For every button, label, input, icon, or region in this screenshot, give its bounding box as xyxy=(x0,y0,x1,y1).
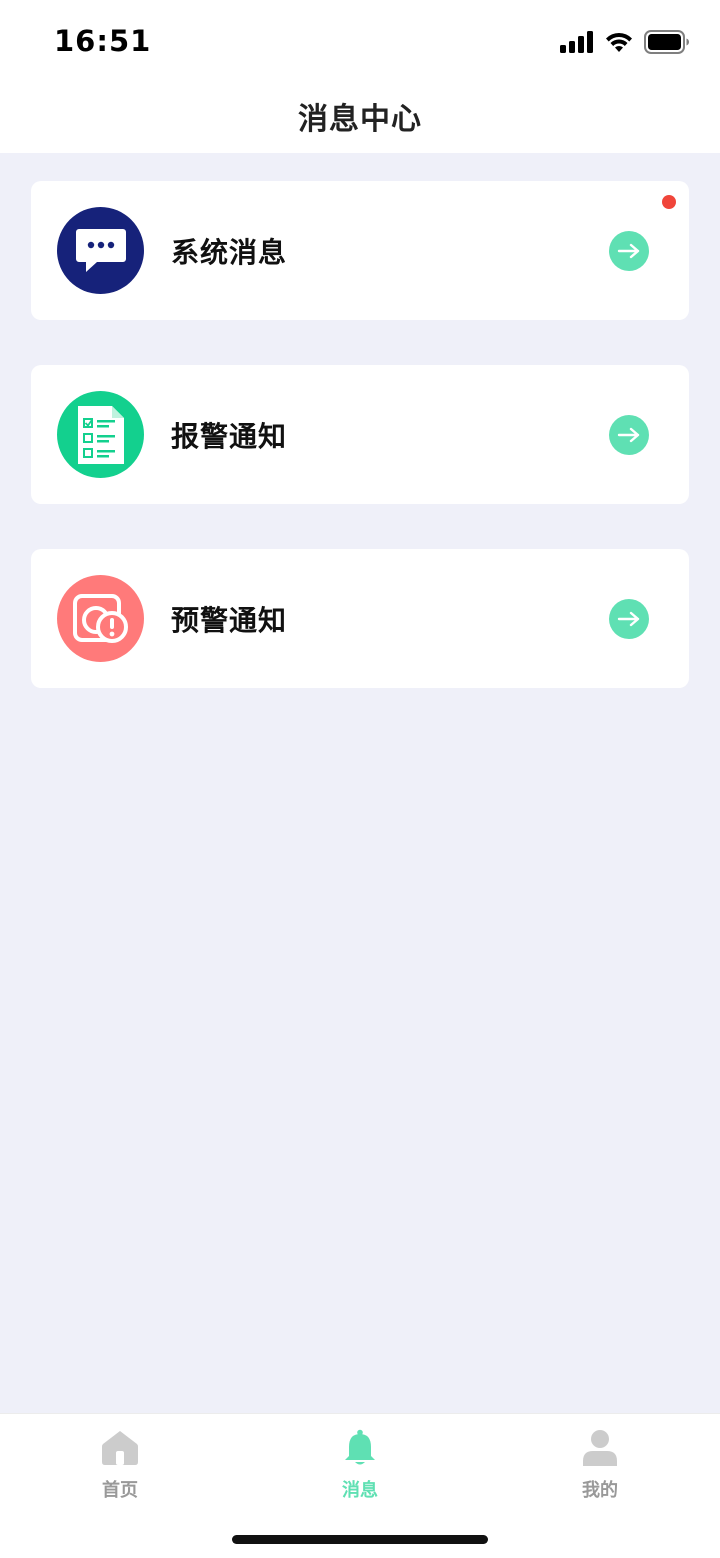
chat-bubble-icon xyxy=(57,207,144,294)
nav-bar: 消息中心 xyxy=(0,86,720,153)
status-time: 16:51 xyxy=(54,24,152,58)
wifi-icon xyxy=(606,32,632,52)
message-card-alarm[interactable]: 报警通知 xyxy=(31,365,689,504)
status-bar: 16:51 xyxy=(0,0,720,86)
arrow-right-icon[interactable] xyxy=(609,231,649,271)
home-indicator xyxy=(232,1535,488,1544)
signal-icon xyxy=(560,31,593,53)
status-icons xyxy=(560,30,690,54)
arrow-right-icon[interactable] xyxy=(609,599,649,639)
checklist-document-icon xyxy=(57,391,144,478)
message-card-label: 预警通知 xyxy=(171,604,288,637)
message-card-label: 系统消息 xyxy=(171,236,288,269)
message-card-warning[interactable]: 预警通知 xyxy=(31,549,689,688)
tab-profile[interactable]: 我的 xyxy=(480,1414,720,1514)
home-icon xyxy=(101,1428,139,1468)
bell-icon xyxy=(343,1428,377,1468)
page-title: 消息中心 xyxy=(298,102,422,137)
tab-label: 首页 xyxy=(102,1480,138,1501)
tab-label: 我的 xyxy=(582,1480,618,1501)
camera-warning-icon xyxy=(57,575,144,662)
arrow-right-icon[interactable] xyxy=(609,415,649,455)
tab-messages[interactable]: 消息 xyxy=(240,1414,480,1514)
person-icon xyxy=(581,1428,619,1468)
tab-home[interactable]: 首页 xyxy=(0,1414,240,1514)
tab-label: 消息 xyxy=(342,1480,378,1501)
message-card-label: 报警通知 xyxy=(171,420,288,453)
unread-badge-dot xyxy=(662,195,676,209)
message-card-system[interactable]: 系统消息 xyxy=(31,181,689,320)
battery-icon xyxy=(644,30,689,54)
